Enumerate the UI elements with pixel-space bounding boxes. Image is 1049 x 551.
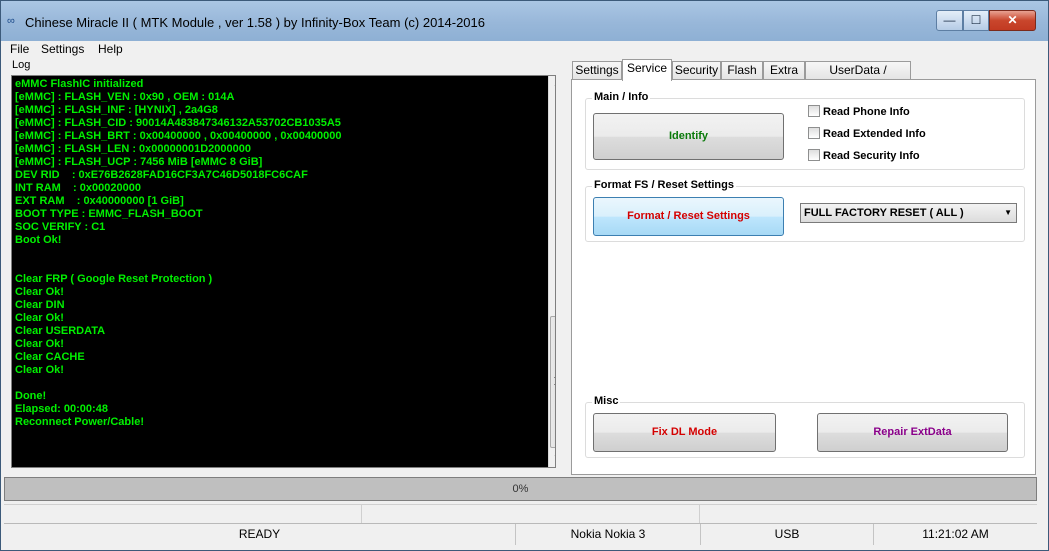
log-line: Clear FRP ( Google Reset Protection ) [15, 273, 213, 285]
menu-settings[interactable]: Settings [41, 42, 84, 56]
checkbox-box-icon [808, 127, 820, 139]
tab-service[interactable]: Service [622, 59, 672, 81]
minimize-button[interactable]: — [936, 10, 963, 31]
title-bar[interactable]: ∞ Chinese Miracle II ( MTK Module , ver … [1, 1, 1048, 41]
status-bar: READY Nokia Nokia 3 USB 11:21:02 AM [4, 523, 1037, 545]
tab-flash[interactable]: Flash [721, 61, 763, 80]
log-line: Clear CACHE [15, 351, 85, 363]
read-extended-info-checkbox[interactable]: Read Extended Info [808, 127, 926, 140]
menu-file[interactable]: File [10, 42, 29, 56]
tab-userdata-forensic[interactable]: UserData / Forensic [805, 61, 911, 94]
log-line: Boot Ok! [15, 234, 62, 246]
progress-bar: 0% [4, 477, 1037, 501]
identify-button[interactable]: Identify [593, 113, 784, 160]
log-line: Clear Ok! [15, 338, 64, 350]
fix-dl-mode-button[interactable]: Fix DL Mode [593, 413, 776, 452]
identify-label: Identify [668, 130, 709, 142]
log-line: SOC VERIFY : C1 [15, 221, 106, 233]
format-reset-button[interactable]: Format / Reset Settings [593, 197, 784, 236]
tab-settings[interactable]: Settings [572, 61, 622, 80]
read-security-info-checkbox[interactable]: Read Security Info [808, 149, 920, 162]
log-line: Clear Ok! [15, 364, 64, 376]
status-port: USB [700, 524, 873, 545]
log-line: EXT RAM : 0x40000000 [1 GiB] [15, 195, 184, 207]
read-security-info-label: Read Security Info [823, 150, 920, 162]
divider [361, 505, 362, 523]
app-window: ∞ Chinese Miracle II ( MTK Module , ver … [0, 0, 1049, 551]
read-phone-info-label: Read Phone Info [823, 106, 910, 118]
misc-title: Misc [592, 395, 621, 407]
checkbox-box-icon [808, 149, 820, 161]
main-info-group: Main / Info Identify Read Phone Info Rea… [585, 91, 1025, 170]
repair-extdata-button[interactable]: Repair ExtData [817, 413, 1008, 452]
log-line: [eMMC] : FLASH_VEN : 0x90 , OEM : 014A [15, 91, 235, 103]
log-line: Elapsed: 00:00:48 [15, 403, 108, 415]
close-button[interactable]: ✕ [989, 10, 1036, 31]
misc-group: Misc Fix DL Mode Repair ExtData [585, 395, 1025, 458]
log-console[interactable]: eMMC FlashIC initialized [eMMC] : FLASH_V… [11, 75, 556, 468]
log-line: Clear DIN [15, 299, 65, 311]
log-label: Log [12, 59, 31, 71]
log-line: [eMMC] : FLASH_UCP : 7456 MiB [eMMC 8 Gi… [15, 156, 263, 168]
read-extended-info-label: Read Extended Info [823, 128, 926, 140]
divider [699, 505, 700, 523]
window-title: Chinese Miracle II ( MTK Module , ver 1.… [25, 15, 486, 30]
scroll-down-icon[interactable]: ▼ [549, 450, 555, 466]
scroll-thumb[interactable] [550, 316, 555, 448]
format-title: Format FS / Reset Settings [592, 179, 736, 191]
status-state: READY [238, 527, 281, 541]
format-reset-label: Format / Reset Settings [627, 210, 750, 222]
status-device: Nokia Nokia 3 [515, 524, 700, 545]
fix-dl-mode-label: Fix DL Mode [651, 426, 718, 438]
log-line: Clear Ok! [15, 312, 64, 324]
log-line: [eMMC] : FLASH_INF : [HYNIX] , 2a4G8 [15, 104, 218, 116]
maximize-button[interactable]: ☐ [963, 10, 989, 31]
chevron-down-icon: ▼ [1004, 208, 1012, 217]
log-line: [eMMC] : FLASH_CID : 90014A483847346132A… [15, 117, 341, 129]
checkbox-box-icon [808, 105, 820, 117]
log-line: Clear USERDATA [15, 325, 106, 337]
log-line: eMMC FlashIC initialized [15, 78, 144, 90]
read-phone-info-checkbox[interactable]: Read Phone Info [808, 105, 910, 118]
reset-type-value: FULL FACTORY RESET ( ALL ) [804, 207, 964, 219]
progress-text: 0% [512, 483, 529, 495]
log-line: BOOT TYPE : EMMC_FLASH_BOOT [15, 208, 203, 220]
log-text: eMMC FlashIC initialized [eMMC] : FLASH_V… [15, 78, 535, 429]
tab-extra[interactable]: Extra [763, 61, 805, 80]
scroll-up-icon[interactable]: ▲ [549, 76, 555, 92]
service-panel: Main / Info Identify Read Phone Info Rea… [571, 79, 1036, 475]
repair-extdata-label: Repair ExtData [873, 426, 952, 438]
menu-help[interactable]: Help [98, 42, 123, 56]
grip-icon [554, 377, 555, 385]
log-line: DEV RID : 0xE76B2628FAD16CF3A7C46D5018FC… [15, 169, 308, 181]
secondary-status-strip [4, 504, 1037, 523]
log-line: Reconnect Power/Cable! [15, 416, 144, 428]
main-info-title: Main / Info [592, 91, 651, 103]
app-logo-icon: ∞ [7, 15, 15, 27]
menu-bar: File Settings Help [1, 41, 1048, 59]
reset-type-select[interactable]: FULL FACTORY RESET ( ALL ) ▼ [800, 203, 1017, 223]
log-line: [eMMC] : FLASH_BRT : 0x00400000 , 0x0040… [15, 130, 342, 142]
log-line: Done! [15, 390, 47, 402]
log-line: INT RAM : 0x00020000 [15, 182, 141, 194]
tab-security[interactable]: Security [672, 61, 721, 80]
log-line: [eMMC] : FLASH_LEN : 0x00000001D2000000 [15, 143, 251, 155]
status-time: 11:21:02 AM [873, 524, 1037, 545]
log-line: Clear Ok! [15, 286, 64, 298]
log-scrollbar[interactable]: ▲ ▼ [548, 76, 555, 467]
